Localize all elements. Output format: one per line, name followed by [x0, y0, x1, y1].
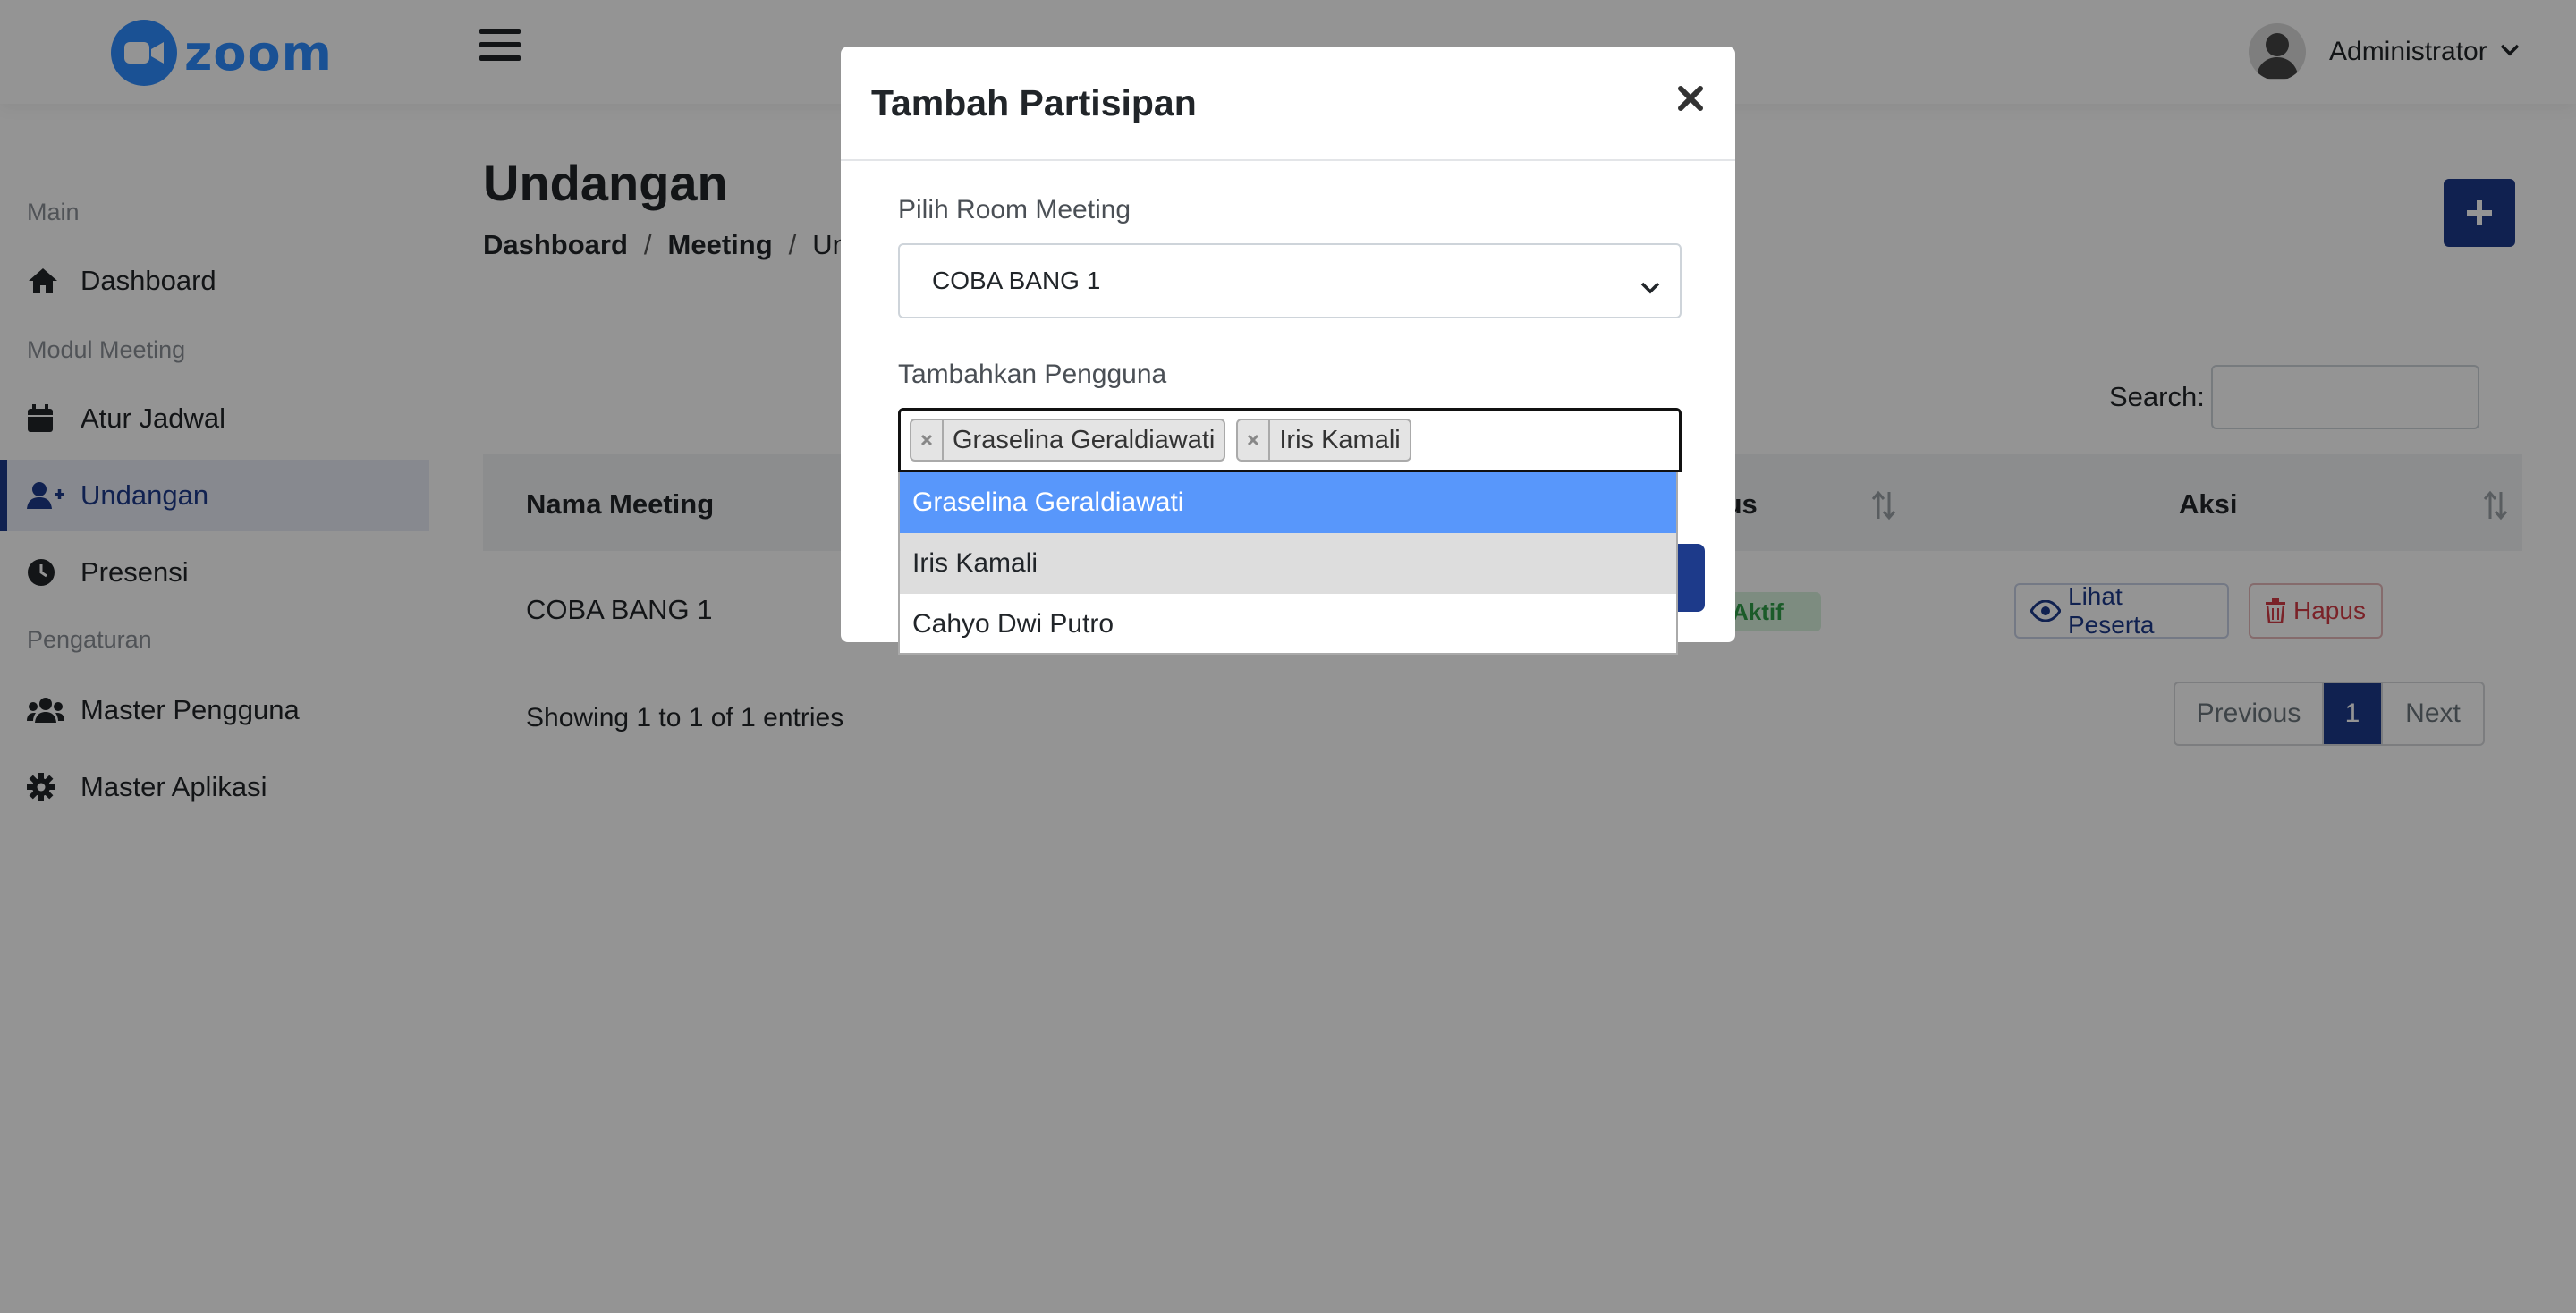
add-user-label: Tambahkan Pengguna — [898, 360, 1167, 389]
user-multiselect[interactable]: Graselina Geraldiawati Iris Kamali — [898, 408, 1682, 472]
remove-tag-icon[interactable] — [911, 420, 944, 460]
dropdown-option[interactable]: Graselina Geraldiawati — [900, 472, 1676, 533]
dropdown-option[interactable]: Cahyo Dwi Putro — [900, 594, 1676, 655]
chevron-down-icon — [1640, 272, 1660, 301]
remove-tag-icon[interactable] — [1238, 420, 1271, 460]
room-meeting-select[interactable]: COBA BANG 1 — [898, 243, 1682, 318]
dropdown-option[interactable]: Iris Kamali — [900, 533, 1676, 594]
tag-label: Graselina Geraldiawati — [953, 425, 1216, 454]
room-meeting-value: COBA BANG 1 — [932, 267, 1101, 294]
selected-user-tag: Iris Kamali — [1236, 419, 1411, 462]
room-meeting-label: Pilih Room Meeting — [898, 195, 1131, 224]
close-icon[interactable] — [1674, 82, 1707, 114]
tag-label: Iris Kamali — [1279, 425, 1401, 454]
modal-title: Tambah Partisipan — [871, 82, 1197, 123]
modal-header: Tambah Partisipan — [841, 47, 1735, 161]
selected-user-tag: Graselina Geraldiawati — [910, 419, 1226, 462]
user-options-dropdown: Graselina Geraldiawati Iris Kamali Cahyo… — [898, 472, 1678, 655]
